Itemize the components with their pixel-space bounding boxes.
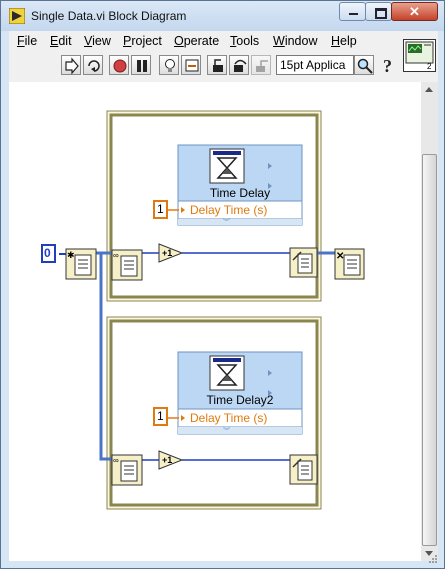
scroll-thumb[interactable]: [422, 154, 437, 546]
search-button[interactable]: [354, 55, 374, 75]
run-arrow-icon: [65, 57, 79, 75]
vi-icon: 2: [405, 41, 434, 71]
constant-zero-value: 0: [44, 246, 51, 260]
pause-icon: [137, 60, 147, 72]
window: Single Data.vi Block Diagram ✕ File Edit…: [0, 0, 445, 569]
bottom-write-reference-node[interactable]: [289, 454, 318, 485]
menu-bar: File Edit View Project Operate Tools Win…: [9, 31, 438, 51]
title-bar[interactable]: Single Data.vi Block Diagram ✕: [1, 1, 444, 31]
delay-const-top-value: 1: [157, 202, 164, 216]
vertical-scrollbar[interactable]: [421, 82, 438, 561]
svg-text:✱: ✱: [67, 250, 75, 260]
menu-view[interactable]: View: [84, 34, 111, 48]
svg-text:?: ?: [383, 56, 392, 76]
minimize-icon: [349, 13, 358, 15]
run-continuously-icon: [88, 60, 100, 72]
top-read-reference-node[interactable]: ∞: [111, 249, 143, 281]
menu-edit[interactable]: Edit: [50, 34, 72, 48]
menu-help[interactable]: Help: [331, 34, 357, 48]
step-into-button[interactable]: [207, 55, 227, 75]
step-out-icon: [256, 60, 268, 72]
delay-const-bottom-value: 1: [157, 409, 164, 423]
menu-file[interactable]: File: [17, 34, 37, 48]
lightbulb-icon: [165, 59, 175, 72]
svg-text:︾: ︾: [223, 427, 230, 435]
run-button[interactable]: [61, 55, 81, 75]
run-continuously-button[interactable]: [83, 55, 103, 75]
scroll-up-arrow-icon[interactable]: [425, 87, 433, 92]
close-button[interactable]: ✕: [391, 2, 438, 21]
abort-button[interactable]: [109, 55, 129, 75]
window-title: Single Data.vi Block Diagram: [31, 9, 187, 23]
delete-data-value-reference-node[interactable]: ✕: [334, 248, 365, 280]
labview-app-icon: [9, 8, 25, 24]
close-icon: ✕: [409, 4, 420, 19]
highlight-execution-button[interactable]: [159, 55, 179, 75]
vi-icon-connector-pane[interactable]: 2: [403, 39, 436, 72]
step-over-button[interactable]: [229, 55, 249, 75]
pause-button[interactable]: [131, 55, 151, 75]
menu-window[interactable]: Window: [273, 34, 317, 48]
new-data-value-reference-node[interactable]: ✱: [65, 248, 97, 280]
time-delay-top-title: Time Delay: [209, 186, 271, 200]
step-into-icon: [213, 59, 223, 72]
svg-text:✕: ✕: [336, 251, 344, 262]
increment-bottom-label: +1: [162, 455, 173, 465]
font-size-select[interactable]: 15pt Applica: [276, 55, 354, 75]
maximize-button[interactable]: [365, 2, 392, 21]
resize-grip-icon[interactable]: [428, 554, 438, 564]
context-help-button[interactable]: ?: [378, 55, 398, 76]
retain-values-icon: [185, 59, 199, 72]
menu-project[interactable]: Project: [123, 34, 162, 48]
svg-text:︾: ︾: [223, 218, 230, 226]
time-delay-bottom-input-label: Delay Time (s): [190, 411, 268, 425]
svg-text:∞: ∞: [113, 456, 119, 465]
svg-text:∞: ∞: [113, 251, 119, 260]
abort-stop-icon: [113, 59, 127, 73]
time-delay-top-input-label: Delay Time (s): [190, 203, 268, 217]
retain-wire-values-button[interactable]: [181, 55, 201, 75]
search-icon: [357, 58, 373, 74]
menu-tools[interactable]: Tools: [230, 34, 259, 48]
increment-top-label: +1: [162, 248, 173, 258]
minimize-button[interactable]: [339, 2, 366, 21]
block-diagram-canvas[interactable]: ✱ ∞ ✕ ∞ ︾ ︾ 0 1 1 Time Delay Delay Time …: [9, 82, 421, 561]
step-out-button[interactable]: [251, 55, 271, 75]
menu-operate[interactable]: Operate: [174, 34, 219, 48]
top-write-reference-node[interactable]: [289, 247, 318, 278]
bottom-read-reference-node[interactable]: ∞: [111, 454, 143, 486]
step-over-icon: [234, 59, 247, 72]
maximize-icon: [375, 8, 387, 19]
help-question-icon: ?: [383, 56, 392, 76]
time-delay-bottom-title: Time Delay2: [206, 393, 274, 407]
toolbar: 15pt Applica ? 2: [9, 39, 438, 83]
svg-text:2: 2: [427, 62, 432, 71]
